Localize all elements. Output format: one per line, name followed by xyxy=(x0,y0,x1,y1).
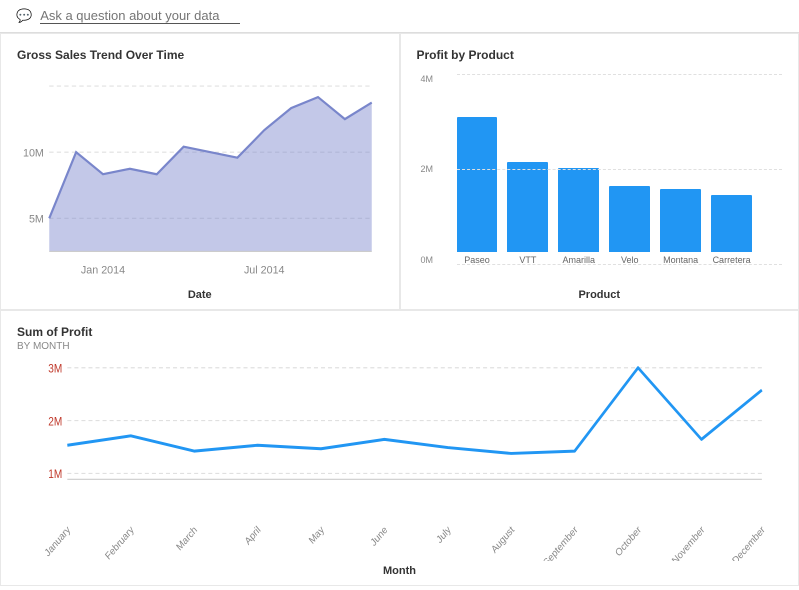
bar-group: Amarilla xyxy=(558,168,599,265)
bar xyxy=(558,168,599,252)
bar-x-label: VTT xyxy=(519,255,536,265)
sum-profit-subtitle: BY MONTH xyxy=(17,341,782,352)
bar xyxy=(660,189,701,252)
svg-text:April: April xyxy=(243,524,263,547)
bar-group: Velo xyxy=(609,186,650,265)
svg-text:Jul 2014: Jul 2014 xyxy=(244,264,285,276)
svg-text:1M: 1M xyxy=(48,468,62,481)
bar xyxy=(711,195,752,252)
bar-x-label: Montana xyxy=(663,255,698,265)
chat-icon: 💬 xyxy=(16,8,32,24)
bar-group: Carretera xyxy=(711,195,752,265)
bar-x-label: Amarilla xyxy=(563,255,596,265)
svg-text:May: May xyxy=(307,524,326,547)
y-axis-label: 4M xyxy=(421,74,434,84)
profit-product-x-label: Product xyxy=(417,289,783,301)
svg-text:September: September xyxy=(542,523,581,561)
y-axis-label: 2M xyxy=(421,164,434,174)
line-chart-container: 1M 2M 3M January February March April Ma… xyxy=(17,356,782,562)
svg-text:October: October xyxy=(614,523,644,558)
bar-chart-container: 0M 2M 4M Paseo VTT Amarilla Velo Montana Carret… xyxy=(417,64,783,285)
bar-x-label: Paseo xyxy=(464,255,490,265)
svg-text:Jan 2014: Jan 2014 xyxy=(81,264,125,276)
y-axis-label: 0M xyxy=(421,255,434,265)
svg-text:August: August xyxy=(490,524,517,556)
profit-by-product-chart: Profit by Product 0M 2M 4M Paseo VTT Amarill… xyxy=(400,33,799,310)
svg-text:January: January xyxy=(43,524,73,559)
svg-text:2M: 2M xyxy=(48,415,62,428)
bar xyxy=(507,162,548,252)
sum-profit-title: Sum of Profit xyxy=(17,325,782,339)
svg-text:July: July xyxy=(435,524,454,546)
bar-chart-inner: 0M 2M 4M Paseo VTT Amarilla Velo Montana Carret… xyxy=(417,64,783,285)
area-chart-container: 10M 5M Jan 2014 Jul 2014 xyxy=(17,64,383,285)
svg-text:3M: 3M xyxy=(48,362,62,375)
gross-sales-x-label: Date xyxy=(17,289,383,301)
bar xyxy=(609,186,650,252)
svg-text:February: February xyxy=(104,524,137,561)
gross-sales-chart: Gross Sales Trend Over Time 10M 5M Jan 2… xyxy=(0,33,400,310)
area-chart-svg: 10M 5M Jan 2014 Jul 2014 xyxy=(17,64,383,285)
grid-line xyxy=(457,169,783,170)
svg-text:June: June xyxy=(369,523,390,548)
sum-of-profit-chart: Sum of Profit BY MONTH 1M 2M 3M January xyxy=(0,310,799,587)
grid-line xyxy=(457,74,783,75)
bar-x-label: Carretera xyxy=(713,255,751,265)
top-bar: 💬 xyxy=(0,0,799,33)
profit-product-title: Profit by Product xyxy=(417,48,783,62)
svg-text:10M: 10M xyxy=(23,147,44,159)
svg-text:March: March xyxy=(175,524,200,553)
bar-group: VTT xyxy=(507,162,548,265)
line-chart-svg: 1M 2M 3M January February March April Ma… xyxy=(17,356,782,562)
y-axis-labels: 0M 2M 4M xyxy=(421,74,434,265)
bar xyxy=(457,117,498,252)
sum-profit-x-label: Month xyxy=(17,565,782,577)
bar-group: Montana xyxy=(660,189,701,265)
ask-question-input[interactable] xyxy=(40,8,240,24)
dashboard: Gross Sales Trend Over Time 10M 5M Jan 2… xyxy=(0,33,799,586)
bar-x-label: Velo xyxy=(621,255,639,265)
svg-text:5M: 5M xyxy=(29,214,44,226)
svg-text:November: November xyxy=(670,523,707,561)
bar-group: Paseo xyxy=(457,117,498,265)
svg-text:December: December xyxy=(731,523,768,561)
gross-sales-title: Gross Sales Trend Over Time xyxy=(17,48,383,62)
